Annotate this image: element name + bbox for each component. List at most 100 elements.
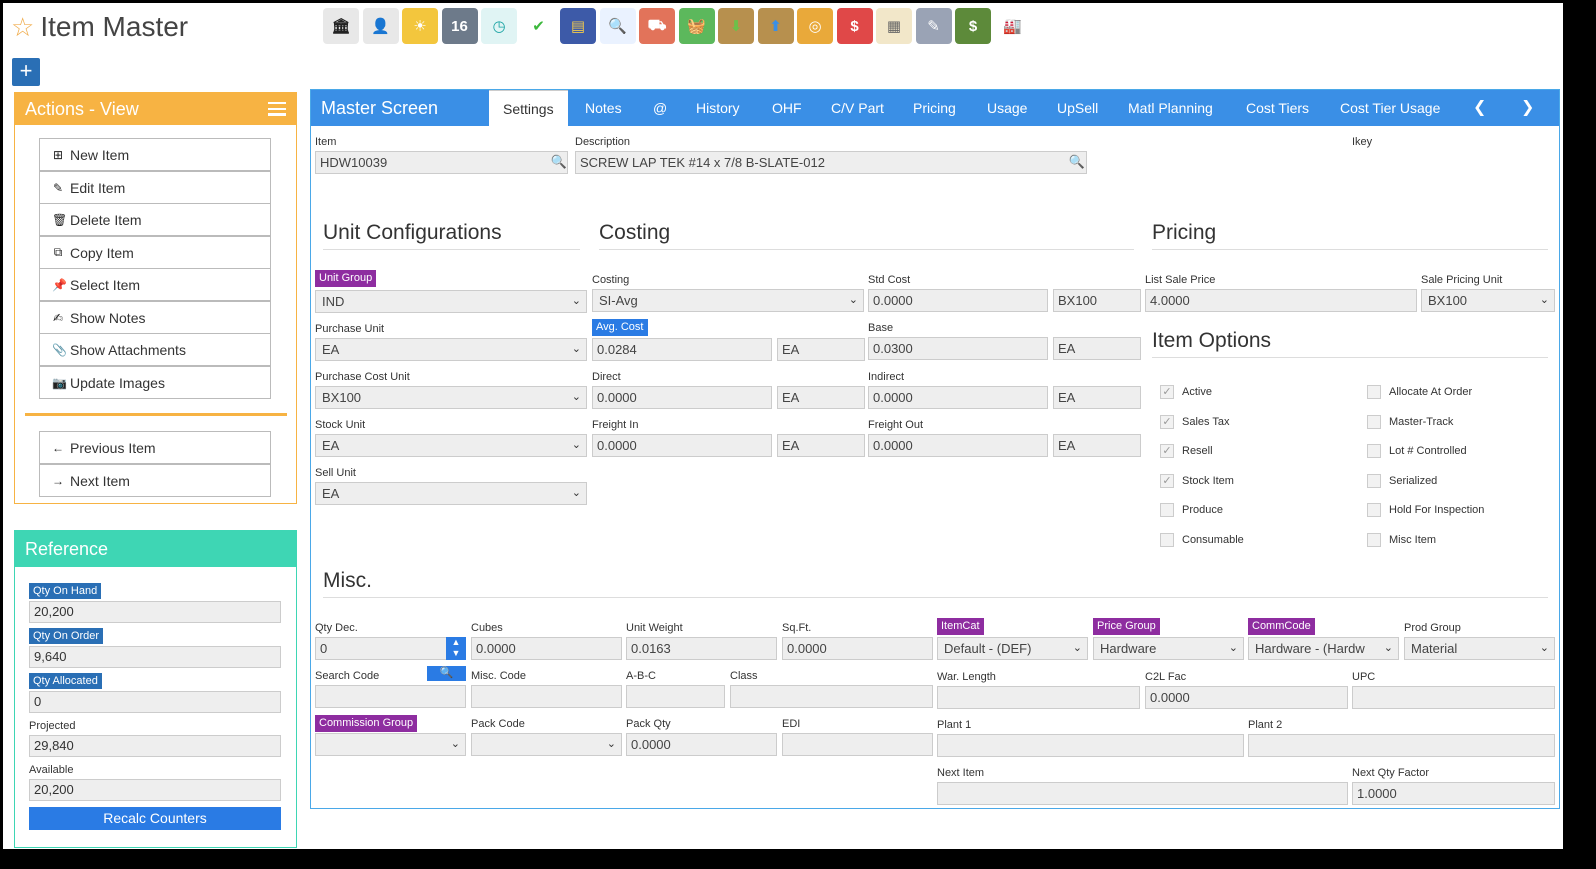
option-master-track[interactable]: Master-Track: [1367, 414, 1453, 429]
show-attachments-button[interactable]: 📎 Show Attachments: [39, 333, 271, 366]
tab-matl-planning[interactable]: Matl Planning: [1128, 90, 1213, 126]
update-images-button[interactable]: 📷 Update Images: [39, 366, 271, 399]
delete-item-button[interactable]: 🗑 Delete Item: [39, 203, 271, 236]
abc-input[interactable]: [626, 685, 725, 708]
edit-item-button[interactable]: ✎ Edit Item: [39, 171, 271, 204]
tab-notes[interactable]: Notes: [585, 90, 622, 126]
pencil-icon[interactable]: ✎: [915, 8, 952, 44]
checkbox-checked-icon[interactable]: ✓: [1160, 444, 1174, 458]
checkbox-unchecked-icon[interactable]: [1367, 473, 1381, 488]
keyboard-icon[interactable]: ▤: [560, 8, 596, 44]
sqft-input[interactable]: 0.0000: [782, 637, 933, 660]
description-input[interactable]: SCREW LAP TEK #14 x 7/8 B-SLATE-012: [575, 151, 1087, 174]
money-icon[interactable]: $: [955, 8, 991, 44]
tab-cv-part[interactable]: C/V Part: [831, 90, 884, 126]
show-notes-button[interactable]: ✍ Show Notes: [39, 301, 271, 334]
next-item-button[interactable]: → Next Item: [39, 464, 271, 497]
commcode-select[interactable]: Hardware - (Hardw ⌄: [1248, 637, 1399, 660]
class-input[interactable]: [730, 685, 933, 708]
option-hold-for-inspection[interactable]: Hold For Inspection: [1367, 503, 1484, 517]
base-input[interactable]: 0.0300: [868, 337, 1048, 360]
tab-at[interactable]: @: [653, 90, 667, 126]
hamburger-menu-icon[interactable]: [268, 102, 286, 116]
next-item-input[interactable]: [937, 782, 1348, 805]
inbox-download-icon[interactable]: ⬇: [718, 8, 754, 44]
direct-input[interactable]: 0.0000: [592, 386, 772, 409]
checkbox-unchecked-icon[interactable]: [1367, 444, 1381, 458]
price-bubble-icon[interactable]: $: [836, 8, 873, 44]
avg-cost-input[interactable]: 0.0284: [592, 338, 772, 361]
add-button[interactable]: +: [12, 58, 40, 86]
commission-group-select[interactable]: ⌄: [315, 733, 466, 756]
option-lot-controlled[interactable]: Lot # Controlled: [1367, 444, 1467, 458]
coins-icon[interactable]: ◎: [797, 8, 833, 44]
option-sales-tax[interactable]: ✓ Sales Tax: [1160, 414, 1230, 429]
prod-group-select[interactable]: Material ⌄: [1404, 637, 1555, 660]
option-consumable[interactable]: Consumable: [1160, 532, 1244, 547]
std-cost-input[interactable]: 0.0000: [868, 289, 1048, 312]
option-resell[interactable]: ✓ Resell: [1160, 444, 1213, 458]
checkbox-checked-icon[interactable]: ✓: [1160, 414, 1174, 429]
tab-settings[interactable]: Settings: [489, 90, 568, 127]
checkbox-unchecked-icon[interactable]: [1160, 532, 1174, 547]
c2l-fac-input[interactable]: 0.0000: [1145, 686, 1348, 709]
check-icon[interactable]: ✔: [520, 8, 557, 44]
tab-cost-tier-usage[interactable]: Cost Tier Usage: [1340, 90, 1440, 126]
bank-icon[interactable]: 🏛: [323, 8, 359, 44]
description-search-icon[interactable]: 🔍: [1068, 151, 1086, 173]
unit-group-select[interactable]: IND ⌄: [315, 290, 587, 313]
previous-item-button[interactable]: ← Previous Item: [39, 431, 271, 464]
tab-pricing[interactable]: Pricing: [913, 90, 956, 126]
option-allocate-at-order[interactable]: Allocate At Order: [1367, 385, 1472, 399]
pack-qty-input[interactable]: 0.0000: [626, 733, 777, 756]
outbox-upload-icon[interactable]: ⬆: [757, 8, 794, 44]
sale-pricing-unit-select[interactable]: BX100 ⌄: [1421, 289, 1555, 312]
item-input[interactable]: HDW10039: [315, 151, 568, 174]
itemcat-select[interactable]: Default - (DEF) ⌄: [937, 637, 1088, 660]
purchase-unit-select[interactable]: EA ⌄: [315, 338, 587, 361]
tab-ohf[interactable]: OHF: [772, 90, 802, 126]
option-stock-item[interactable]: ✓ Stock Item: [1160, 473, 1234, 488]
plant1-input[interactable]: [937, 734, 1244, 757]
basket-icon[interactable]: 🧺: [678, 8, 715, 44]
pack-code-select[interactable]: ⌄: [471, 733, 622, 756]
price-group-select[interactable]: Hardware ⌄: [1093, 637, 1244, 660]
upc-input[interactable]: [1352, 686, 1555, 709]
unit-weight-input[interactable]: 0.0163: [626, 637, 777, 660]
new-item-button[interactable]: ⊞ New Item: [39, 138, 271, 171]
stepper-arrows-icon[interactable]: ▲ ▼: [446, 637, 466, 660]
tab-history[interactable]: History: [696, 90, 740, 126]
tab-upsell[interactable]: UpSell: [1057, 90, 1098, 126]
clock-icon[interactable]: ◷: [481, 8, 517, 44]
purchase-cost-unit-select[interactable]: BX100 ⌄: [315, 386, 587, 409]
next-qty-factor-input[interactable]: 1.0000: [1352, 782, 1555, 805]
user-icon[interactable]: 👤: [362, 8, 399, 44]
recalc-counters-button[interactable]: Recalc Counters: [29, 807, 281, 830]
stock-unit-select[interactable]: EA ⌄: [315, 434, 587, 457]
checkbox-checked-icon[interactable]: ✓: [1160, 385, 1174, 399]
option-produce[interactable]: Produce: [1160, 503, 1223, 517]
checkbox-unchecked-icon[interactable]: [1367, 532, 1381, 547]
option-active[interactable]: ✓ Active: [1160, 385, 1212, 399]
star-icon[interactable]: ☆: [11, 12, 34, 43]
checkbox-unchecked-icon[interactable]: [1367, 385, 1381, 399]
truck-icon[interactable]: ⛟: [639, 8, 675, 44]
cubes-input[interactable]: 0.0000: [471, 637, 622, 660]
calendar-icon[interactable]: 16: [441, 8, 478, 44]
checkbox-unchecked-icon[interactable]: [1367, 503, 1381, 517]
freight-out-input[interactable]: 0.0000: [868, 434, 1048, 457]
weather-icon[interactable]: ☀: [402, 8, 438, 44]
copy-item-button[interactable]: ⧉ Copy Item: [39, 236, 271, 269]
factory-icon[interactable]: 🏭: [994, 8, 1031, 44]
search-icon[interactable]: 🔍: [599, 8, 636, 44]
option-serialized[interactable]: Serialized: [1367, 473, 1437, 488]
freight-in-input[interactable]: 0.0000: [592, 434, 772, 457]
qty-dec-stepper[interactable]: 0: [315, 637, 466, 660]
tab-scroll-left-icon[interactable]: ❮: [1473, 90, 1486, 126]
plant2-input[interactable]: [1248, 734, 1555, 757]
option-misc-item[interactable]: Misc Item: [1367, 532, 1436, 547]
war-length-input[interactable]: [937, 686, 1140, 709]
tab-usage[interactable]: Usage: [987, 90, 1027, 126]
select-item-button[interactable]: 📌 Select Item: [39, 268, 271, 301]
tab-cost-tiers[interactable]: Cost Tiers: [1246, 90, 1309, 126]
